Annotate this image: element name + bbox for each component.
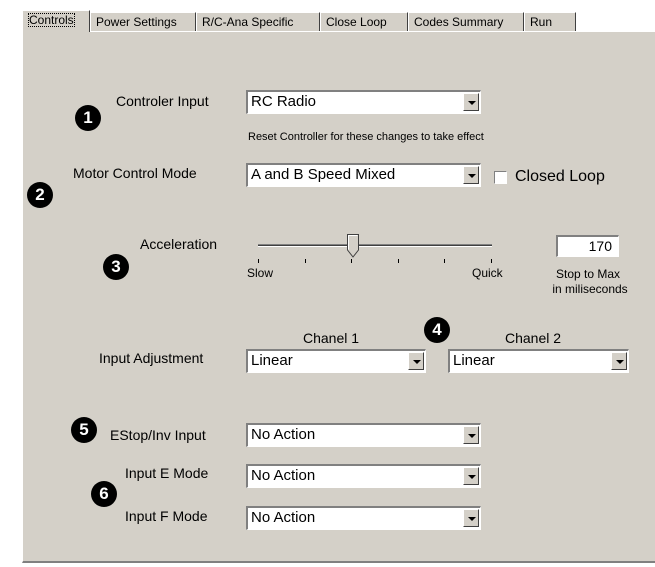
input-f-mode-value: No Action xyxy=(251,509,316,526)
channel2-label: Chanel 2 xyxy=(505,330,562,346)
channel2-value: Linear xyxy=(453,352,495,369)
badge-4: 4 xyxy=(424,317,450,343)
controller-input-select[interactable]: RC Radio xyxy=(246,90,481,114)
badge-6: 6 xyxy=(91,481,117,507)
slider-tick xyxy=(351,259,352,263)
motor-control-mode-value: A and B Speed Mixed xyxy=(251,166,396,183)
dropdown-arrow-icon[interactable] xyxy=(408,352,424,370)
slider-track xyxy=(258,244,492,247)
reset-note: Reset Controller for these changes to ta… xyxy=(248,131,484,143)
estop-input-select[interactable]: No Action xyxy=(246,423,481,447)
quick-label: Quick xyxy=(472,266,503,280)
tab-controls[interactable]: Controls xyxy=(22,10,90,32)
controller-input-value: RC Radio xyxy=(251,93,317,110)
tab-controls-label: Controls xyxy=(28,13,75,27)
motor-control-mode-label: Motor Control Mode xyxy=(73,165,197,181)
input-e-mode-label: Input E Mode xyxy=(125,465,209,481)
estop-input-label: EStop/Inv Input xyxy=(110,427,206,443)
channel2-select[interactable]: Linear xyxy=(448,349,629,373)
dropdown-arrow-icon[interactable] xyxy=(463,467,479,485)
tab-close-loop[interactable]: Close Loop xyxy=(320,12,408,31)
closed-loop-checkbox[interactable] xyxy=(494,171,507,184)
channel1-label: Chanel 1 xyxy=(303,330,360,346)
slow-label: Slow xyxy=(247,266,274,280)
input-e-mode-select[interactable]: No Action xyxy=(246,464,481,488)
tab-power-settings[interactable]: Power Settings xyxy=(90,12,196,31)
closed-loop-label: Closed Loop xyxy=(515,168,605,185)
slider-thumb[interactable] xyxy=(347,234,359,258)
badge-5: 5 xyxy=(71,417,97,443)
slider-tick xyxy=(491,259,492,263)
tab-strip: Controls Power Settings R/C-Ana Specific… xyxy=(22,10,655,32)
controller-input-label: Controler Input xyxy=(116,93,209,109)
slider-tick xyxy=(444,259,445,263)
input-f-mode-select[interactable]: No Action xyxy=(246,506,481,530)
dropdown-arrow-icon[interactable] xyxy=(463,426,479,444)
tab-codes-summary[interactable]: Codes Summary xyxy=(408,12,524,31)
input-adjustment-label: Input Adjustment xyxy=(99,350,204,366)
tab-rc-ana-specific[interactable]: R/C-Ana Specific xyxy=(196,12,320,31)
channel1-value: Linear xyxy=(251,352,293,369)
acceleration-value-input[interactable]: 170 xyxy=(556,235,619,257)
dropdown-arrow-icon[interactable] xyxy=(611,352,627,370)
channel1-select[interactable]: Linear xyxy=(246,349,426,373)
input-e-mode-value: No Action xyxy=(251,467,316,484)
motor-control-mode-select[interactable]: A and B Speed Mixed xyxy=(246,163,481,187)
acceleration-label: Acceleration xyxy=(140,236,218,252)
dropdown-arrow-icon[interactable] xyxy=(463,166,479,184)
acceleration-slider[interactable] xyxy=(258,234,492,270)
acceleration-unit-line2: in miliseconds xyxy=(552,282,628,296)
tab-run[interactable]: Run xyxy=(524,12,576,31)
estop-input-value: No Action xyxy=(251,426,316,443)
dropdown-arrow-icon[interactable] xyxy=(463,509,479,527)
slider-tick xyxy=(305,259,306,263)
badge-3: 3 xyxy=(103,254,129,280)
slider-tick xyxy=(258,259,259,263)
input-f-mode-label: Input F Mode xyxy=(125,508,208,524)
page-margin xyxy=(0,0,22,567)
dropdown-arrow-icon[interactable] xyxy=(463,93,479,111)
badge-1: 1 xyxy=(75,105,101,131)
badge-2: 2 xyxy=(27,182,53,208)
slider-tick xyxy=(398,259,399,263)
acceleration-unit-line1: Stop to Max xyxy=(555,267,621,281)
